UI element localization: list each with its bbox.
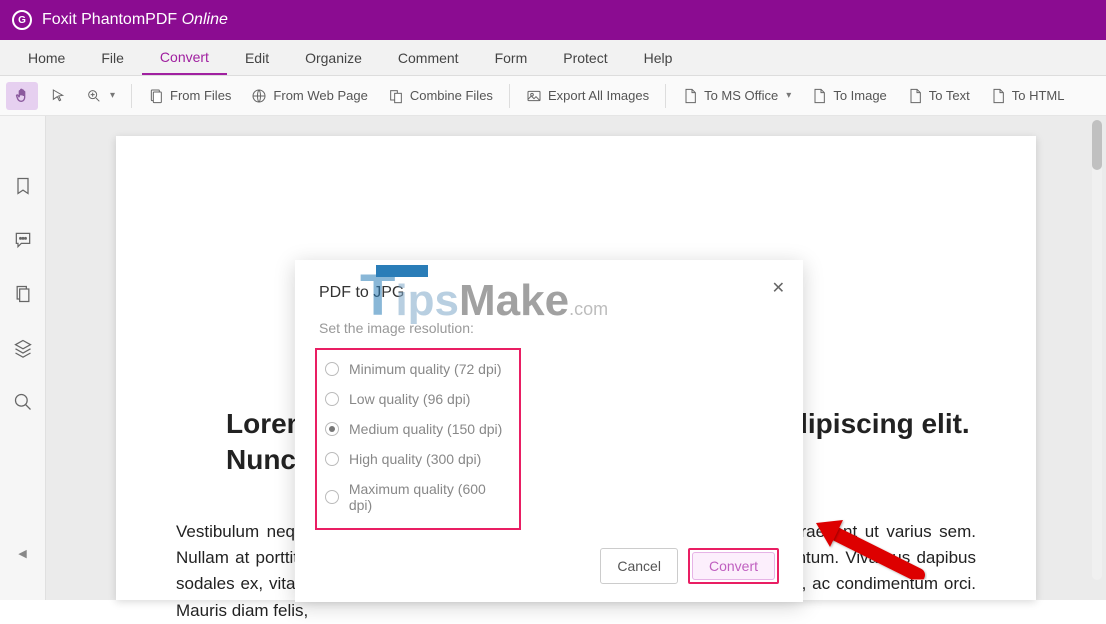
separator bbox=[665, 84, 666, 108]
menu-convert[interactable]: Convert bbox=[142, 41, 227, 75]
radio-label: Low quality (96 dpi) bbox=[349, 391, 470, 407]
zoom-tool-button[interactable]: ▾ bbox=[78, 82, 123, 110]
app-logo-icon: G bbox=[12, 10, 32, 30]
radio-icon bbox=[325, 490, 339, 504]
from-web-label: From Web Page bbox=[273, 88, 367, 103]
sidebar: ◀ bbox=[0, 116, 46, 600]
hand-tool-button[interactable] bbox=[6, 82, 38, 110]
select-tool-button[interactable] bbox=[42, 82, 74, 110]
hand-icon bbox=[14, 88, 30, 104]
combine-files-button[interactable]: Combine Files bbox=[380, 82, 501, 110]
cursor-icon bbox=[50, 88, 66, 104]
app-name: Foxit PhantomPDF bbox=[42, 11, 177, 28]
combine-icon bbox=[388, 88, 404, 104]
resolution-radio-group: Minimum quality (72 dpi) Low quality (96… bbox=[315, 348, 521, 530]
from-files-label: From Files bbox=[170, 88, 231, 103]
dialog-title: PDF to JPG bbox=[319, 284, 779, 302]
to-html-button[interactable]: To HTML bbox=[982, 82, 1073, 110]
scrollbar[interactable] bbox=[1092, 120, 1102, 580]
bookmark-icon[interactable] bbox=[13, 176, 33, 196]
menu-protect[interactable]: Protect bbox=[545, 42, 625, 74]
export-images-button[interactable]: Export All Images bbox=[518, 82, 657, 110]
menu-form[interactable]: Form bbox=[477, 42, 546, 74]
chevron-down-icon: ▾ bbox=[110, 90, 115, 101]
radio-label: High quality (300 dpi) bbox=[349, 451, 481, 467]
doc-icon bbox=[990, 88, 1006, 104]
collapse-icon[interactable]: ◀ bbox=[18, 547, 26, 560]
watermark-bar bbox=[376, 265, 428, 277]
menubar: Home File Convert Edit Organize Comment … bbox=[0, 40, 1106, 76]
radio-label: Medium quality (150 dpi) bbox=[349, 421, 502, 437]
radio-label: Maximum quality (600 dpi) bbox=[349, 481, 511, 513]
radio-label: Minimum quality (72 dpi) bbox=[349, 361, 502, 377]
search-icon[interactable] bbox=[13, 392, 33, 412]
layers-icon[interactable] bbox=[13, 338, 33, 358]
radio-medium-quality[interactable]: Medium quality (150 dpi) bbox=[325, 414, 511, 444]
from-files-button[interactable]: From Files bbox=[140, 82, 239, 110]
annotation-arrow-icon bbox=[808, 515, 928, 585]
to-image-button[interactable]: To Image bbox=[803, 82, 894, 110]
radio-icon bbox=[325, 392, 339, 406]
cancel-button[interactable]: Cancel bbox=[600, 548, 678, 584]
pages-icon[interactable] bbox=[13, 284, 33, 304]
to-html-label: To HTML bbox=[1012, 88, 1065, 103]
zoom-icon bbox=[86, 88, 102, 104]
menu-comment[interactable]: Comment bbox=[380, 42, 477, 74]
radio-minimum-quality[interactable]: Minimum quality (72 dpi) bbox=[325, 354, 511, 384]
export-images-label: Export All Images bbox=[548, 88, 649, 103]
app-title: Foxit PhantomPDF Online bbox=[42, 11, 228, 29]
from-web-button[interactable]: From Web Page bbox=[243, 82, 375, 110]
titlebar: G Foxit PhantomPDF Online bbox=[0, 0, 1106, 40]
radio-maximum-quality[interactable]: Maximum quality (600 dpi) bbox=[325, 474, 511, 520]
convert-button-highlight: Convert bbox=[688, 548, 779, 584]
radio-high-quality[interactable]: High quality (300 dpi) bbox=[325, 444, 511, 474]
menu-home[interactable]: Home bbox=[10, 42, 83, 74]
to-text-label: To Text bbox=[929, 88, 970, 103]
image-icon bbox=[526, 88, 542, 104]
toolbar: ▾ From Files From Web Page Combine Files… bbox=[0, 76, 1106, 116]
dialog-buttons: Cancel Convert bbox=[319, 548, 779, 584]
scrollbar-thumb[interactable] bbox=[1092, 120, 1102, 170]
file-icon bbox=[148, 88, 164, 104]
to-image-label: To Image bbox=[833, 88, 886, 103]
radio-icon bbox=[325, 422, 339, 436]
doc-icon bbox=[907, 88, 923, 104]
radio-icon bbox=[325, 362, 339, 376]
separator bbox=[509, 84, 510, 108]
to-office-label: To MS Office bbox=[704, 88, 778, 103]
menu-help[interactable]: Help bbox=[626, 42, 691, 74]
to-text-button[interactable]: To Text bbox=[899, 82, 978, 110]
combine-label: Combine Files bbox=[410, 88, 493, 103]
separator bbox=[131, 84, 132, 108]
menu-file[interactable]: File bbox=[83, 42, 142, 74]
comment-icon[interactable] bbox=[13, 230, 33, 250]
close-icon: ✕ bbox=[772, 280, 785, 297]
radio-icon bbox=[325, 452, 339, 466]
app-suffix: Online bbox=[182, 11, 228, 28]
menu-organize[interactable]: Organize bbox=[287, 42, 380, 74]
menu-edit[interactable]: Edit bbox=[227, 42, 287, 74]
dialog-subtitle: Set the image resolution: bbox=[319, 320, 779, 336]
pdf-to-jpg-dialog: PDF to JPG ✕ Set the image resolution: M… bbox=[295, 260, 803, 602]
to-ms-office-button[interactable]: To MS Office ▾ bbox=[674, 82, 799, 110]
doc-icon bbox=[682, 88, 698, 104]
chevron-down-icon: ▾ bbox=[786, 90, 791, 101]
convert-button[interactable]: Convert bbox=[692, 552, 775, 580]
close-button[interactable]: ✕ bbox=[772, 278, 785, 298]
doc-icon bbox=[811, 88, 827, 104]
radio-low-quality[interactable]: Low quality (96 dpi) bbox=[325, 384, 511, 414]
globe-icon bbox=[251, 88, 267, 104]
